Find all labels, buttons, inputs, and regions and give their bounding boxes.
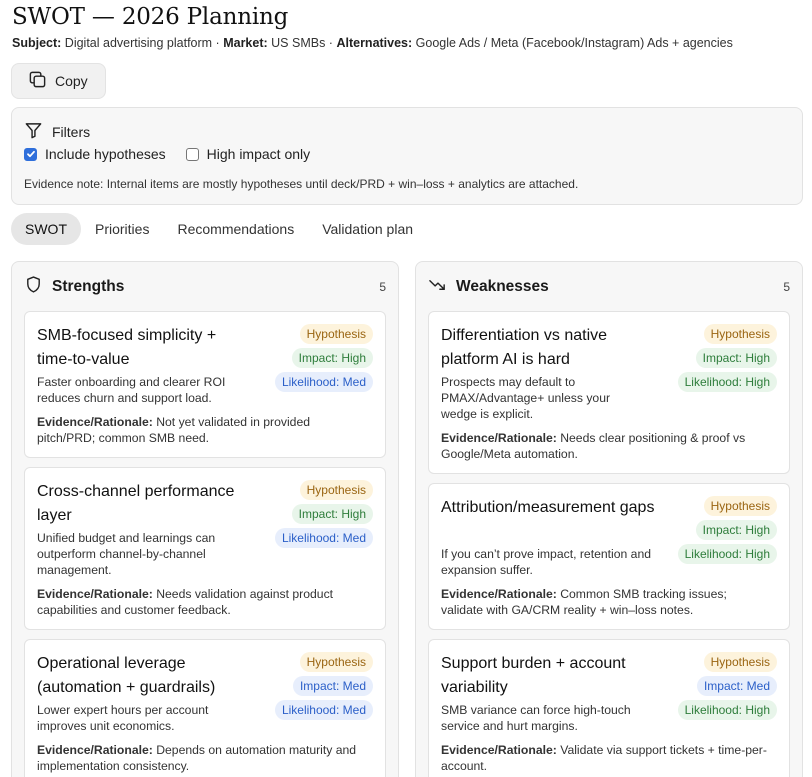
strengths-header: Strengths 5 xyxy=(24,276,386,298)
likelihood-badge: Likelihood: Med xyxy=(274,372,373,392)
evidence-label: Evidence/Rationale: xyxy=(441,587,557,601)
tab-validation-plan[interactable]: Validation plan xyxy=(308,213,427,245)
filters-header: Filters xyxy=(24,121,90,143)
card-badges: Hypothesis Impact: High Likelihood: Med xyxy=(274,324,373,392)
card-description: Faster onboarding and clearer ROI reduce… xyxy=(37,375,226,405)
card-badges: Hypothesis Impact: High Likelihood: Med xyxy=(274,480,373,548)
likelihood-badge: Likelihood: Med xyxy=(274,700,373,720)
filter-icon xyxy=(24,121,43,143)
status-badge: Hypothesis xyxy=(299,480,373,500)
weaknesses-column: Weaknesses 5 Differentiation vs native p… xyxy=(415,261,803,777)
include-hypotheses-checkbox[interactable]: Include hypotheses xyxy=(24,146,166,162)
card-badges: Hypothesis Impact: High Likelihood: High xyxy=(677,324,777,392)
swot-card: Differentiation vs native platform AI is… xyxy=(428,311,790,474)
card-title: Attribution/measurement gaps xyxy=(441,499,655,516)
swot-card: Cross-channel performance layer Hypothes… xyxy=(24,467,386,630)
tab-recommendations[interactable]: Recommendations xyxy=(163,213,308,245)
filter-options: Include hypotheses High impact only xyxy=(24,146,330,162)
filters-heading: Filters xyxy=(52,124,91,140)
status-badge: Hypothesis xyxy=(703,496,777,516)
copy-icon xyxy=(28,70,47,92)
tab-priorities[interactable]: Priorities xyxy=(81,213,163,245)
card-description: Unified budget and learnings can outperf… xyxy=(37,531,216,577)
evidence-label: Evidence/Rationale: xyxy=(37,743,153,757)
impact-badge: Impact: High xyxy=(695,348,777,368)
impact-badge: Impact: High xyxy=(291,504,373,524)
status-badge: Hypothesis xyxy=(703,324,777,344)
checkbox-unchecked-icon[interactable] xyxy=(185,147,199,161)
card-title: Differentiation vs native platform AI is… xyxy=(441,327,608,368)
checkbox-checked-icon[interactable] xyxy=(24,147,37,161)
impact-badge: Impact: High xyxy=(695,520,777,540)
market-label: Market: xyxy=(223,36,268,50)
likelihood-badge: Likelihood: High xyxy=(677,700,777,720)
high-impact-label: High impact only xyxy=(206,146,311,162)
tab-bar: SWOT Priorities Recommendations Validati… xyxy=(11,213,427,245)
swot-card: Support burden + account variability Hyp… xyxy=(428,639,790,777)
strengths-column: Strengths 5 SMB-focused simplicity + tim… xyxy=(11,261,399,777)
swot-card: Operational leverage (automation + guard… xyxy=(24,639,386,777)
filters-panel: Filters Include hypotheses High impact o… xyxy=(11,107,803,205)
swot-card: SMB-focused simplicity + time-to-value H… xyxy=(24,311,386,458)
card-title: SMB-focused simplicity + time-to-value xyxy=(37,327,217,368)
card-badges: Hypothesis Impact: High Likelihood: High xyxy=(677,496,777,564)
card-description: Lower expert hours per account improves … xyxy=(37,703,209,733)
evidence-label: Evidence/Rationale: xyxy=(441,743,557,757)
card-evidence: Evidence/Rationale: Needs clear position… xyxy=(441,430,771,462)
card-evidence: Evidence/Rationale: Not yet validated in… xyxy=(37,414,337,446)
tab-swot[interactable]: SWOT xyxy=(11,213,81,245)
weaknesses-count: 5 xyxy=(783,280,790,294)
likelihood-badge: Likelihood: High xyxy=(677,372,777,392)
card-evidence: Evidence/Rationale: Validate via support… xyxy=(441,742,771,774)
card-evidence: Evidence/Rationale: Needs validation aga… xyxy=(37,586,357,618)
shield-icon xyxy=(24,275,52,299)
strengths-count: 5 xyxy=(379,280,386,294)
evidence-label: Evidence/Rationale: xyxy=(37,587,153,601)
card-badges: Hypothesis Impact: Med Likelihood: Med xyxy=(274,652,373,720)
impact-badge: Impact: High xyxy=(291,348,373,368)
copy-button[interactable]: Copy xyxy=(11,63,106,99)
page-title: SWOT — 2026 Planning xyxy=(12,4,289,30)
evidence-label: Evidence/Rationale: xyxy=(441,431,557,445)
include-hypotheses-label: Include hypotheses xyxy=(45,146,166,162)
alternatives-value: Google Ads / Meta (Facebook/Instagram) A… xyxy=(415,36,733,50)
card-evidence: Evidence/Rationale: Common SMB tracking … xyxy=(441,586,751,618)
trending-down-icon xyxy=(428,275,456,299)
subject-label: Subject: xyxy=(12,36,62,50)
card-title: Cross-channel performance layer xyxy=(37,483,235,524)
card-description: Prospects may default to PMAX/Advantage+… xyxy=(441,375,611,421)
likelihood-badge: Likelihood: Med xyxy=(274,528,373,548)
swot-card: Attribution/measurement gaps Hypothesis … xyxy=(428,483,790,630)
strengths-title: Strengths xyxy=(52,278,125,295)
evidence-note: Evidence note: Internal items are mostly… xyxy=(24,177,579,191)
page-subtitle: Subject: Digital advertising platform · … xyxy=(12,36,733,50)
weaknesses-header: Weaknesses 5 xyxy=(428,276,790,298)
status-badge: Hypothesis xyxy=(299,324,373,344)
card-evidence: Evidence/Rationale: Depends on automatio… xyxy=(37,742,377,774)
card-title: Support burden + account variability xyxy=(441,655,626,696)
card-title: Operational leverage (automation + guard… xyxy=(37,655,216,696)
likelihood-badge: Likelihood: High xyxy=(677,544,777,564)
copy-label: Copy xyxy=(55,73,88,89)
alternatives-label: Alternatives: xyxy=(336,36,413,50)
subject-value: Digital advertising platform · xyxy=(64,36,220,50)
impact-badge: Impact: Med xyxy=(696,676,777,696)
status-badge: Hypothesis xyxy=(299,652,373,672)
impact-badge: Impact: Med xyxy=(292,676,373,696)
card-badges: Hypothesis Impact: Med Likelihood: High xyxy=(677,652,777,720)
status-badge: Hypothesis xyxy=(703,652,777,672)
weaknesses-title: Weaknesses xyxy=(456,278,549,295)
evidence-label: Evidence/Rationale: xyxy=(37,415,153,429)
card-description: If you can’t prove impact, retention and… xyxy=(441,547,652,577)
card-description: SMB variance can force high-touch servic… xyxy=(441,703,631,733)
market-value: US SMBs · xyxy=(271,36,333,50)
high-impact-checkbox[interactable]: High impact only xyxy=(185,146,311,162)
